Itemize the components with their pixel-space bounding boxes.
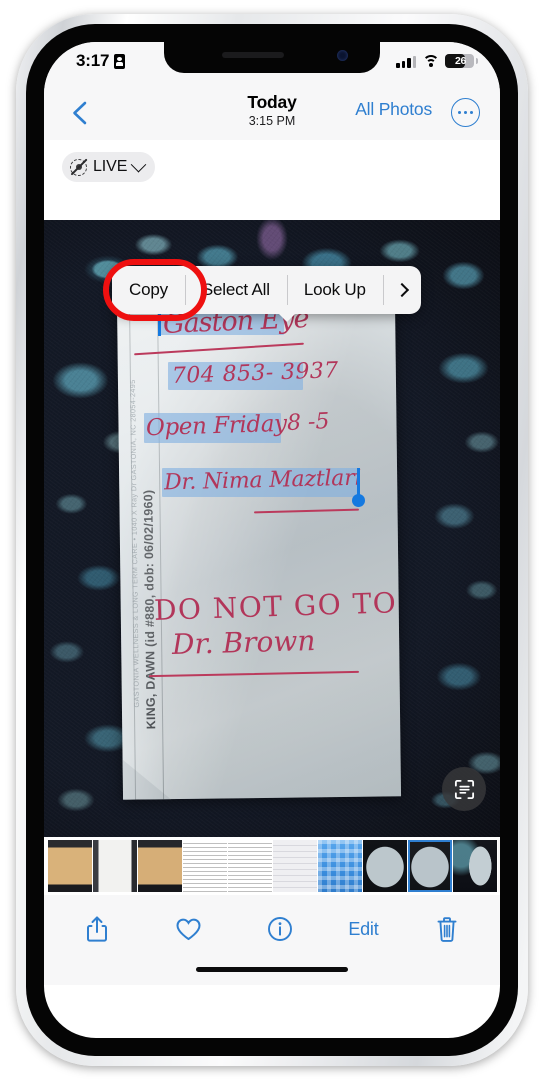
notch: [164, 42, 380, 73]
handwriting-line-3: Open Friday: [145, 410, 288, 442]
live-label: LIVE: [93, 158, 128, 175]
chevron-down-icon: [131, 156, 147, 172]
paper-rule-right: [156, 297, 165, 800]
filmstrip-thumbnail[interactable]: [453, 840, 497, 892]
back-button[interactable]: [66, 98, 96, 128]
status-time: 3:17: [76, 51, 110, 70]
context-menu-item-look-up[interactable]: Look Up: [286, 266, 383, 314]
filmstrip-thumbnail[interactable]: [318, 840, 362, 892]
status-bar-right: 26: [396, 54, 478, 68]
cellular-bars-icon: [396, 56, 416, 68]
page-subtitle: 3:15 PM: [248, 114, 296, 128]
trash-icon[interactable]: [424, 909, 470, 949]
wifi-icon: [422, 55, 439, 68]
filmstrip-thumbnail[interactable]: [138, 840, 182, 892]
share-icon[interactable]: [74, 909, 120, 949]
context-menu-item-select-all[interactable]: Select All: [184, 266, 287, 314]
paper-fold-corner: [123, 759, 174, 800]
all-photos-button[interactable]: All Photos: [355, 99, 432, 120]
handwriting-warning-line-2: Dr. Brown: [171, 624, 316, 661]
printed-clinic-text: GASTONIA WELLNESS & LONG TERM CARE • 104…: [127, 379, 141, 708]
heart-icon[interactable]: [165, 909, 211, 949]
filmstrip-thumbnail[interactable]: [408, 840, 452, 892]
ellipsis-circle-icon[interactable]: [451, 98, 480, 127]
phone-screen: 3:17 26 Today 3:15 PM All Photos LIVE GA…: [44, 42, 500, 1038]
phone-frame: 3:17 26 Today 3:15 PM All Photos LIVE GA…: [16, 14, 528, 1066]
navigation-bar: Today 3:15 PM All Photos: [44, 86, 500, 140]
live-photo-bar: LIVE: [44, 140, 500, 220]
front-camera-icon: [337, 50, 348, 61]
status-bar-left: 3:17: [76, 51, 126, 71]
page-title: Today: [247, 92, 297, 112]
context-menu-item-copy[interactable]: Copy: [112, 266, 185, 314]
handwriting-line-3b: 8 -5: [286, 409, 330, 436]
bottom-toolbar: Edit: [44, 895, 500, 985]
chevron-right-icon[interactable]: [382, 266, 421, 314]
filmstrip-thumbnail[interactable]: [228, 840, 272, 892]
filmstrip-thumbnail[interactable]: [183, 840, 227, 892]
id-card-icon: [114, 54, 126, 69]
filmstrip-thumbnail[interactable]: [363, 840, 407, 892]
edit-button[interactable]: Edit: [348, 909, 378, 949]
text-selection-context-menu[interactable]: Copy Select All Look Up: [103, 259, 421, 322]
filmstrip-thumbnail[interactable]: [48, 840, 92, 892]
live-photo-mode-button[interactable]: LIVE: [62, 152, 156, 182]
battery-percent: 26: [454, 55, 467, 67]
battery-low-icon: 26: [445, 54, 478, 68]
handwriting-line-4: Dr. Nima Maztlari: [163, 465, 362, 496]
home-indicator: [196, 966, 348, 972]
photo-filmstrip[interactable]: [44, 837, 500, 895]
filmstrip-thumbnail[interactable]: [93, 840, 137, 892]
photo-viewer[interactable]: GASTONIA WELLNESS & LONG TERM CARE • 104…: [44, 220, 500, 837]
live-text-scan-icon[interactable]: [442, 767, 486, 811]
live-photo-off-icon: [69, 158, 88, 177]
info-circle-icon[interactable]: [257, 909, 303, 949]
selection-handle-end-knob[interactable]: [352, 494, 365, 507]
filmstrip-thumbnail[interactable]: [498, 840, 500, 892]
paper-rule-left: [128, 297, 137, 800]
selection-handle-end-bar[interactable]: [357, 468, 360, 497]
filmstrip-thumbnail[interactable]: [273, 840, 317, 892]
speaker-grill-icon: [222, 52, 284, 58]
